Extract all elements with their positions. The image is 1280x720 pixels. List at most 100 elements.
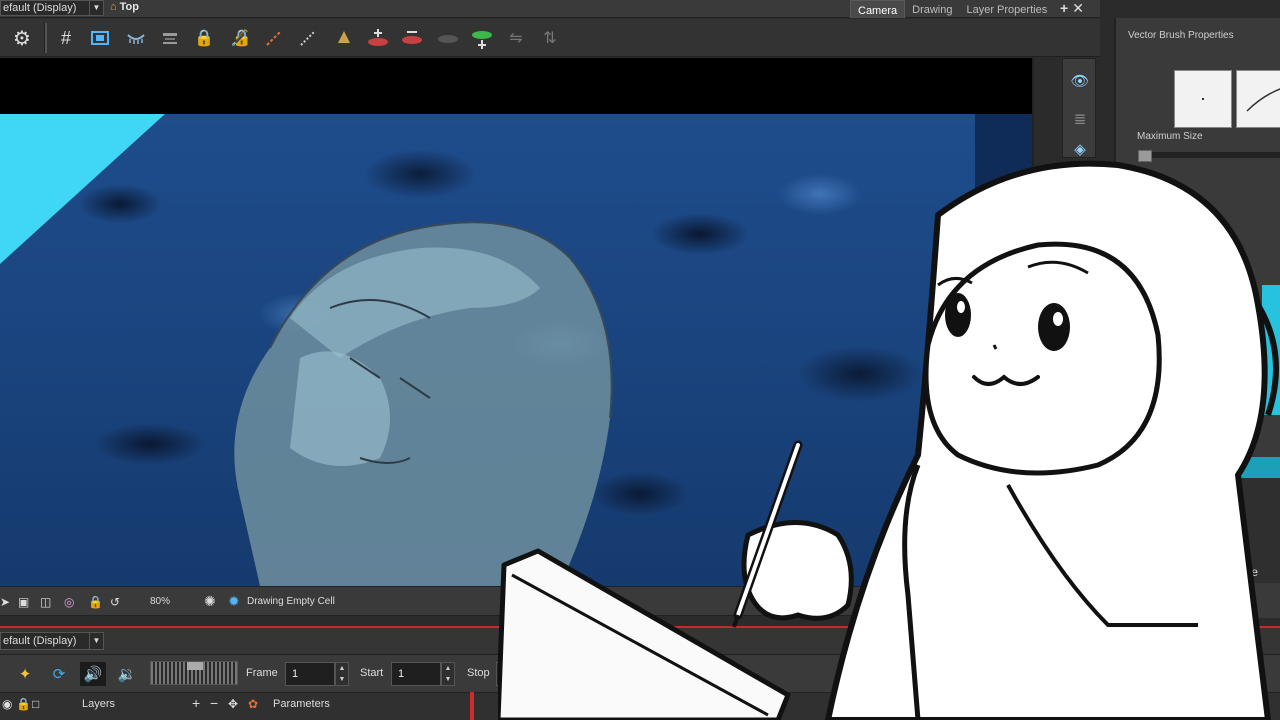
view-side-strip: 👁 ≣ ◈ — [1062, 58, 1096, 158]
slider-knob[interactable] — [187, 662, 203, 670]
selected-dot-icon: ● — [1183, 463, 1189, 473]
lock-icon[interactable]: 🔒 — [88, 595, 103, 609]
tab-actions: + ✕ — [1060, 0, 1084, 18]
brush-preview-dot[interactable] — [1174, 70, 1232, 128]
start-field[interactable]: 1 — [391, 662, 441, 686]
add-layer-icon[interactable]: + — [192, 695, 200, 711]
home-icon: ⌂ — [110, 1, 117, 13]
shade-icon[interactable] — [332, 26, 356, 50]
stroke-preview-icon — [1246, 88, 1280, 112]
view-tabs: Camera Drawing Layer Properties — [850, 0, 1054, 18]
settings-icon[interactable]: ✺ — [204, 593, 216, 610]
drawing-status-icon: ✹ — [228, 593, 240, 609]
add-view-icon[interactable]: + — [1060, 0, 1068, 18]
flip-h-icon[interactable]: ⇋ — [504, 26, 528, 50]
chevron-down-icon[interactable]: ▼ — [89, 633, 103, 649]
timeline-header: efault (Display) ▼ — [0, 628, 1280, 654]
color-item-green[interactable]: Green — [1170, 520, 1280, 541]
color-item-red[interactable]: Red — [1170, 499, 1280, 520]
timeline-zoom-icon[interactable]: ⊞ — [1206, 662, 1232, 686]
sound-icon[interactable]: 🔊 — [80, 662, 106, 686]
flatten-icon[interactable] — [436, 26, 460, 50]
square-icon[interactable]: □ — [32, 697, 39, 711]
drawing-status: Drawing Empty Cell — [247, 596, 335, 607]
frame-icon[interactable]: ▣ — [18, 595, 29, 609]
start-stepper[interactable]: ▲ ▼ — [441, 662, 455, 686]
gear-icon[interactable]: ⚙ — [10, 26, 34, 50]
zoom-level[interactable]: 80% — [150, 596, 170, 607]
lock-icon[interactable]: 🔒 — [16, 697, 31, 711]
playback-speed-slider[interactable] — [150, 661, 238, 685]
brush-preview-stroke[interactable] — [1236, 70, 1280, 128]
layer-add-icon[interactable] — [470, 26, 494, 50]
tab-layer-properties[interactable]: Layer Properties — [959, 0, 1054, 18]
display-select-label: efault (Display) — [3, 2, 77, 14]
frame-stepper[interactable]: ▲ ▼ — [335, 662, 349, 686]
color-item-white[interactable]: White — [1170, 478, 1280, 499]
onion-layer-icon[interactable]: ◈ — [1068, 137, 1092, 161]
layer-properties-icon[interactable]: ✥ — [228, 697, 238, 711]
layer-add-menu-icon[interactable]: ✿ — [248, 697, 258, 711]
timeline-playhead[interactable] — [470, 692, 474, 720]
view-label-text: Top — [119, 1, 139, 13]
dot-icon — [1202, 98, 1204, 100]
reset-view-icon[interactable]: ↺ — [110, 595, 120, 609]
flip-v-icon[interactable]: ⇅ — [538, 26, 562, 50]
arrow-icon[interactable]: ➤ — [0, 595, 10, 609]
stroke-dotted-icon[interactable] — [296, 26, 320, 50]
frame-marker: 90 — [1220, 695, 1232, 706]
remove-layer-icon[interactable]: − — [210, 695, 218, 711]
color-item-black[interactable]: ● Black — [1170, 457, 1280, 478]
stop-label: Stop — [467, 667, 490, 679]
panel-accent-bar — [1262, 285, 1280, 415]
onion-skin-icon[interactable] — [124, 26, 148, 50]
lock-plus-icon[interactable]: 🔏 — [228, 26, 252, 50]
layers-label: Layers — [82, 698, 116, 710]
sketch-figure — [234, 221, 613, 586]
toolbar-separator — [44, 23, 47, 53]
show-strokes-icon[interactable] — [262, 26, 286, 50]
viewport-status-bar: ➤ ▣ ◫ ◎ 🔒 ↺ 80% ✺ ✹ Drawing Empty Cell — [0, 586, 1034, 616]
eye-icon[interactable]: ◉ — [2, 697, 12, 711]
peg-add-icon[interactable] — [366, 26, 390, 50]
frame-label: Frame — [246, 667, 278, 679]
max-size-slider[interactable] — [1138, 152, 1280, 158]
stop-field[interactable]: 60 — [496, 662, 546, 686]
color-swatch-list: ● Black White Red Green ue torized Line — [1170, 457, 1280, 583]
light-table-icon[interactable] — [158, 26, 182, 50]
top-bar: efault (Display) ▼ ⌂ Top Camera Drawing L… — [0, 0, 1100, 18]
layers-stack-icon[interactable]: ≣ — [1068, 107, 1092, 131]
max-size-label: Maximum Size — [1137, 131, 1203, 142]
frame-field[interactable]: 1 — [285, 662, 335, 686]
sound-scrub-icon[interactable]: 🔉 — [114, 662, 140, 686]
layers-header-row: ◉ 🔒 □ Layers + − ✥ ✿ Parameters 90 — [0, 692, 1280, 720]
camera-mask-icon[interactable] — [88, 26, 112, 50]
timeline-display-label: efault (Display) — [3, 635, 77, 647]
max-size-slider-handle[interactable] — [1138, 150, 1152, 162]
close-view-icon[interactable]: ✕ — [1072, 0, 1084, 18]
lock-icon[interactable]: 🔒 — [192, 26, 216, 50]
view-label: ⌂ Top — [110, 0, 139, 16]
loop-icon[interactable]: ⟳ — [46, 662, 72, 686]
tab-drawing[interactable]: Drawing — [905, 0, 959, 18]
set-key-icon[interactable]: ✦ — [12, 662, 38, 686]
timeline-fit-icon[interactable]: ▣ — [1242, 662, 1268, 686]
timeline-display-select[interactable]: efault (Display) ▼ — [0, 632, 104, 650]
color-label: Black — [1194, 460, 1224, 474]
panel-title: Vector Brush Properties — [1128, 30, 1234, 41]
onion-toggle-icon[interactable]: ◎ — [64, 595, 74, 609]
safe-area-icon[interactable]: ◫ — [40, 595, 51, 609]
color-item-vectorized-line[interactable]: torized Line — [1170, 562, 1280, 583]
playback-toolbar: ✦ ⟳ 🔊 🔉 Frame 1 ▲ ▼ Start 1 ▲ ▼ Stop 60 ⊞ … — [0, 654, 1280, 692]
camera-viewport[interactable] — [0, 58, 1034, 586]
color-item-blue[interactable]: ue — [1170, 541, 1280, 562]
camera-toolbar: ⚙ # 🔒 🔏 ⇋ ⇅ — [0, 19, 1100, 57]
grid-icon[interactable]: # — [54, 26, 78, 50]
start-label: Start — [360, 667, 384, 679]
display-select[interactable]: efault (Display) ▼ — [0, 0, 104, 16]
peg-remove-icon[interactable] — [400, 26, 424, 50]
tab-camera[interactable]: Camera — [850, 0, 906, 18]
eye-icon[interactable]: 👁 — [1068, 69, 1092, 93]
parameters-label: Parameters — [273, 698, 330, 710]
chevron-down-icon[interactable]: ▼ — [89, 1, 103, 15]
